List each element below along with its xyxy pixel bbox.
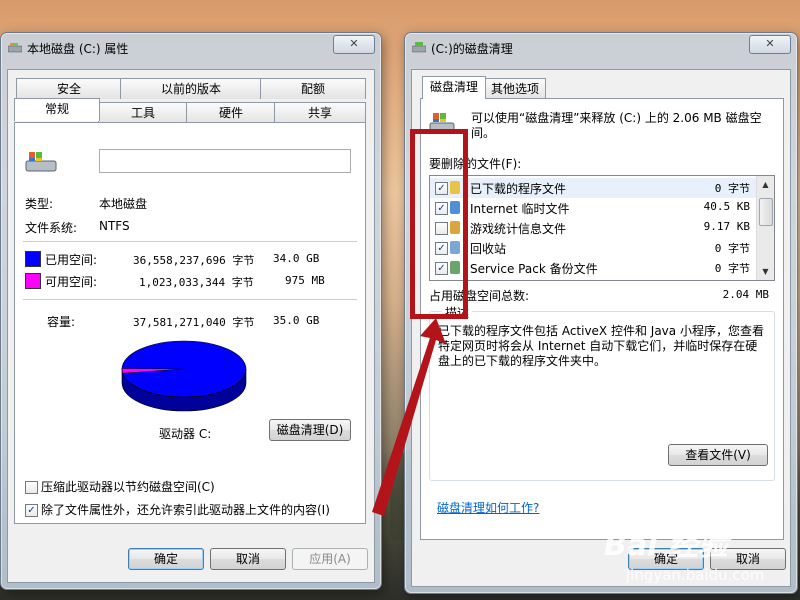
tab-general[interactable]: 常规	[14, 98, 100, 121]
watermark-brand: Bai 经验	[604, 528, 728, 563]
watermark-url: jingyan.baidu.com	[626, 566, 765, 584]
annotation-arrow-shape	[372, 318, 446, 516]
annotation-arrow	[372, 318, 446, 516]
tab-disk-cleanup[interactable]: 磁盘清理	[422, 76, 486, 99]
